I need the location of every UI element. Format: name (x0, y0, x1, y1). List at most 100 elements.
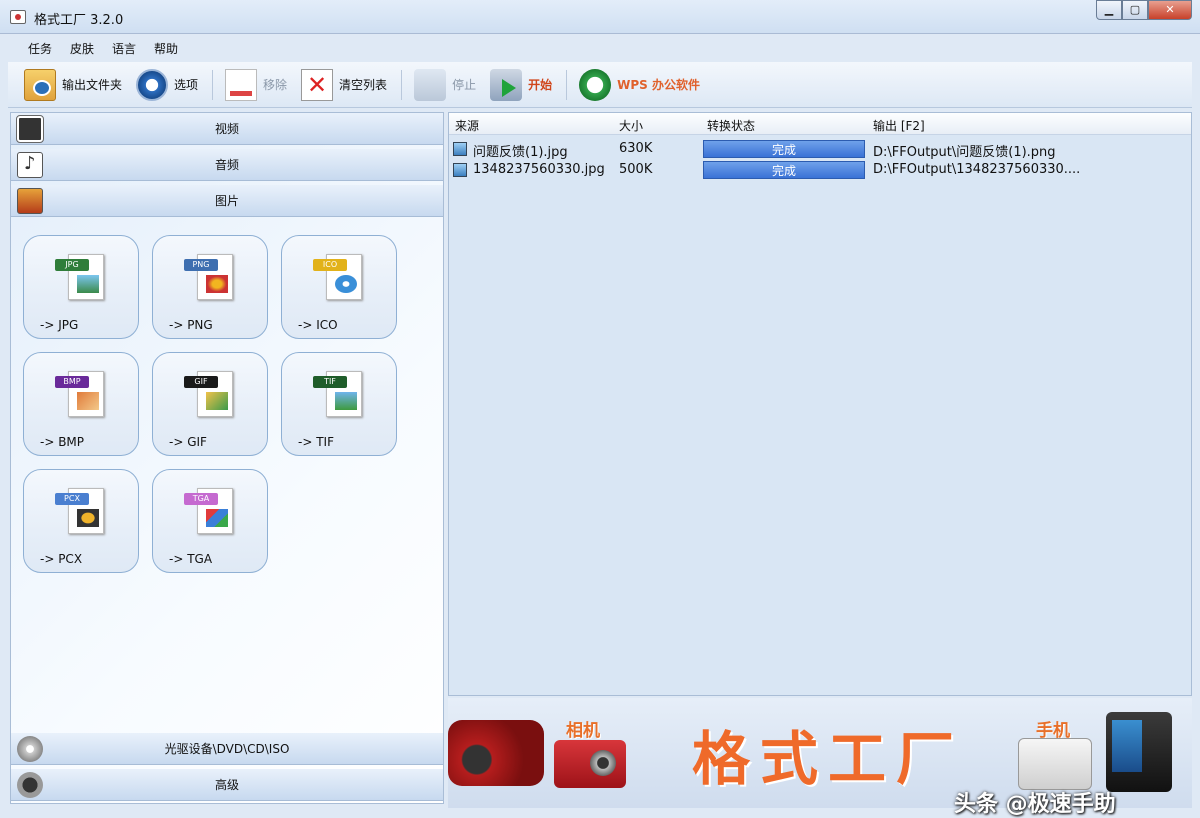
tile-gif[interactable]: GIF -> GIF (152, 352, 268, 456)
tile-label: -> ICO (298, 318, 338, 332)
column-output[interactable]: 输出 [F2] (873, 117, 925, 134)
jpg-file-icon: JPG (55, 254, 104, 300)
folder-icon (24, 68, 56, 101)
wps-label: WPS 办公软件 (617, 78, 700, 92)
tile-pcx[interactable]: PCX -> PCX (23, 469, 139, 573)
menu-help[interactable]: 帮助 (154, 40, 178, 57)
wps-icon (579, 68, 612, 101)
task-list-header: 来源 大小 转换状态 输出 [F2] (449, 113, 1191, 135)
remove-label: 移除 (263, 78, 288, 92)
minimize-button[interactable]: ▁ (1096, 0, 1122, 20)
film-reel-icon (17, 772, 43, 798)
tga-file-icon: TGA (184, 488, 233, 534)
tile-tga[interactable]: TGA -> TGA (152, 469, 268, 573)
toolbar-separator (401, 69, 403, 100)
row-size: 630K (619, 141, 653, 156)
clear-icon (301, 68, 334, 101)
toolbar-separator (566, 69, 568, 100)
row-output: D:\FFOutput\1348237560330.... (873, 162, 1081, 177)
remove-icon (225, 68, 258, 101)
category-panel: 视频 音频 图片 JPG -> JPG PNG -> PNG ICO -> IC… (10, 112, 444, 804)
wps-button[interactable]: WPS 办公软件 (579, 65, 700, 105)
clear-list-button[interactable]: 清空列表 (301, 65, 387, 105)
start-button[interactable]: 开始 (490, 65, 552, 105)
watermark: 头条 @极速手助 (954, 792, 1116, 817)
row-source: 1348237560330.jpg (473, 162, 605, 177)
title-bar: 格式工厂 3.2.0 ▁ ▢ ✕ (0, 0, 1200, 34)
category-advanced-label: 高级 (214, 778, 239, 792)
app-icon (10, 10, 26, 24)
smartphone-icon (1106, 712, 1172, 792)
start-label: 开始 (528, 78, 553, 92)
start-icon (490, 68, 523, 101)
toolbar: 输出文件夹 选项 移除 清空列表 停止 开始 WPS 办公软件 (8, 62, 1192, 108)
stop-icon (414, 68, 447, 101)
tile-label: -> PCX (40, 552, 83, 566)
gif-file-icon: GIF (184, 371, 233, 417)
toolbar-separator (212, 69, 214, 100)
clear-list-label: 清空列表 (339, 78, 388, 92)
png-file-icon: PNG (184, 254, 233, 300)
tile-png[interactable]: PNG -> PNG (152, 235, 268, 339)
camera-label: 相机 (566, 721, 600, 741)
banner-title: 格式工厂 (692, 725, 965, 793)
tile-label: -> TIF (298, 435, 334, 449)
status-badge: 完成 (703, 161, 865, 179)
options-label: 选项 (174, 78, 199, 92)
tile-label: -> TGA (169, 552, 213, 566)
category-audio-label: 音频 (214, 158, 239, 172)
tile-ico[interactable]: ICO -> ICO (281, 235, 397, 339)
stop-label: 停止 (452, 78, 477, 92)
menu-skin[interactable]: 皮肤 (70, 40, 94, 57)
image-icon (17, 188, 43, 214)
ico-file-icon: ICO (313, 254, 362, 300)
column-status[interactable]: 转换状态 (707, 117, 755, 134)
tile-tif[interactable]: TIF -> TIF (281, 352, 397, 456)
row-size: 500K (619, 162, 653, 177)
remove-button[interactable]: 移除 (225, 65, 287, 105)
output-folder-label: 输出文件夹 (62, 78, 123, 92)
phone-icon (1018, 738, 1092, 790)
pcx-file-icon: PCX (55, 488, 104, 534)
disc-icon (17, 736, 43, 762)
image-file-icon (453, 163, 467, 177)
category-disc[interactable]: 光驱设备\DVD\CD\ISO (11, 733, 443, 765)
photo-camera-icon (554, 740, 626, 788)
table-row[interactable]: 问题反馈(1).jpg 630K 完成 D:\FFOutput\问题反馈(1).… (449, 139, 1191, 160)
video-camera-icon (448, 720, 544, 786)
tile-label: -> GIF (169, 435, 207, 449)
bmp-file-icon: BMP (55, 371, 104, 417)
row-output: D:\FFOutput\问题反馈(1).png (873, 145, 1056, 160)
column-size[interactable]: 大小 (619, 117, 643, 134)
category-image-label: 图片 (214, 194, 239, 208)
video-icon (16, 115, 44, 143)
window-controls: ▁ ▢ ✕ (1096, 0, 1192, 22)
category-disc-label: 光驱设备\DVD\CD\ISO (164, 742, 290, 756)
tile-label: -> BMP (40, 435, 85, 449)
category-video-label: 视频 (214, 122, 239, 136)
category-image[interactable]: 图片 (11, 185, 443, 217)
tile-label: -> PNG (169, 318, 213, 332)
close-button[interactable]: ✕ (1148, 0, 1192, 20)
tile-jpg[interactable]: JPG -> JPG (23, 235, 139, 339)
maximize-button[interactable]: ▢ (1122, 0, 1148, 20)
stop-button[interactable]: 停止 (414, 65, 476, 105)
category-advanced[interactable]: 高级 (11, 769, 443, 801)
menu-language[interactable]: 语言 (112, 40, 136, 57)
output-folder-button[interactable]: 输出文件夹 (24, 65, 122, 105)
menu-task[interactable]: 任务 (28, 40, 52, 57)
options-icon (136, 68, 169, 101)
image-file-icon (453, 142, 467, 156)
table-row[interactable]: 1348237560330.jpg 500K 完成 D:\FFOutput\13… (449, 160, 1191, 180)
row-source: 问题反馈(1).jpg (473, 145, 568, 160)
category-video[interactable]: 视频 (11, 113, 443, 145)
tile-bmp[interactable]: BMP -> BMP (23, 352, 139, 456)
column-source[interactable]: 来源 (455, 117, 479, 134)
tile-label: -> JPG (40, 318, 79, 332)
options-button[interactable]: 选项 (136, 65, 198, 105)
tif-file-icon: TIF (313, 371, 362, 417)
category-audio[interactable]: 音频 (11, 149, 443, 181)
menu-bar: 任务 皮肤 语言 帮助 (8, 36, 1192, 60)
window-title: 格式工厂 3.2.0 (34, 13, 124, 28)
audio-icon (17, 152, 43, 178)
